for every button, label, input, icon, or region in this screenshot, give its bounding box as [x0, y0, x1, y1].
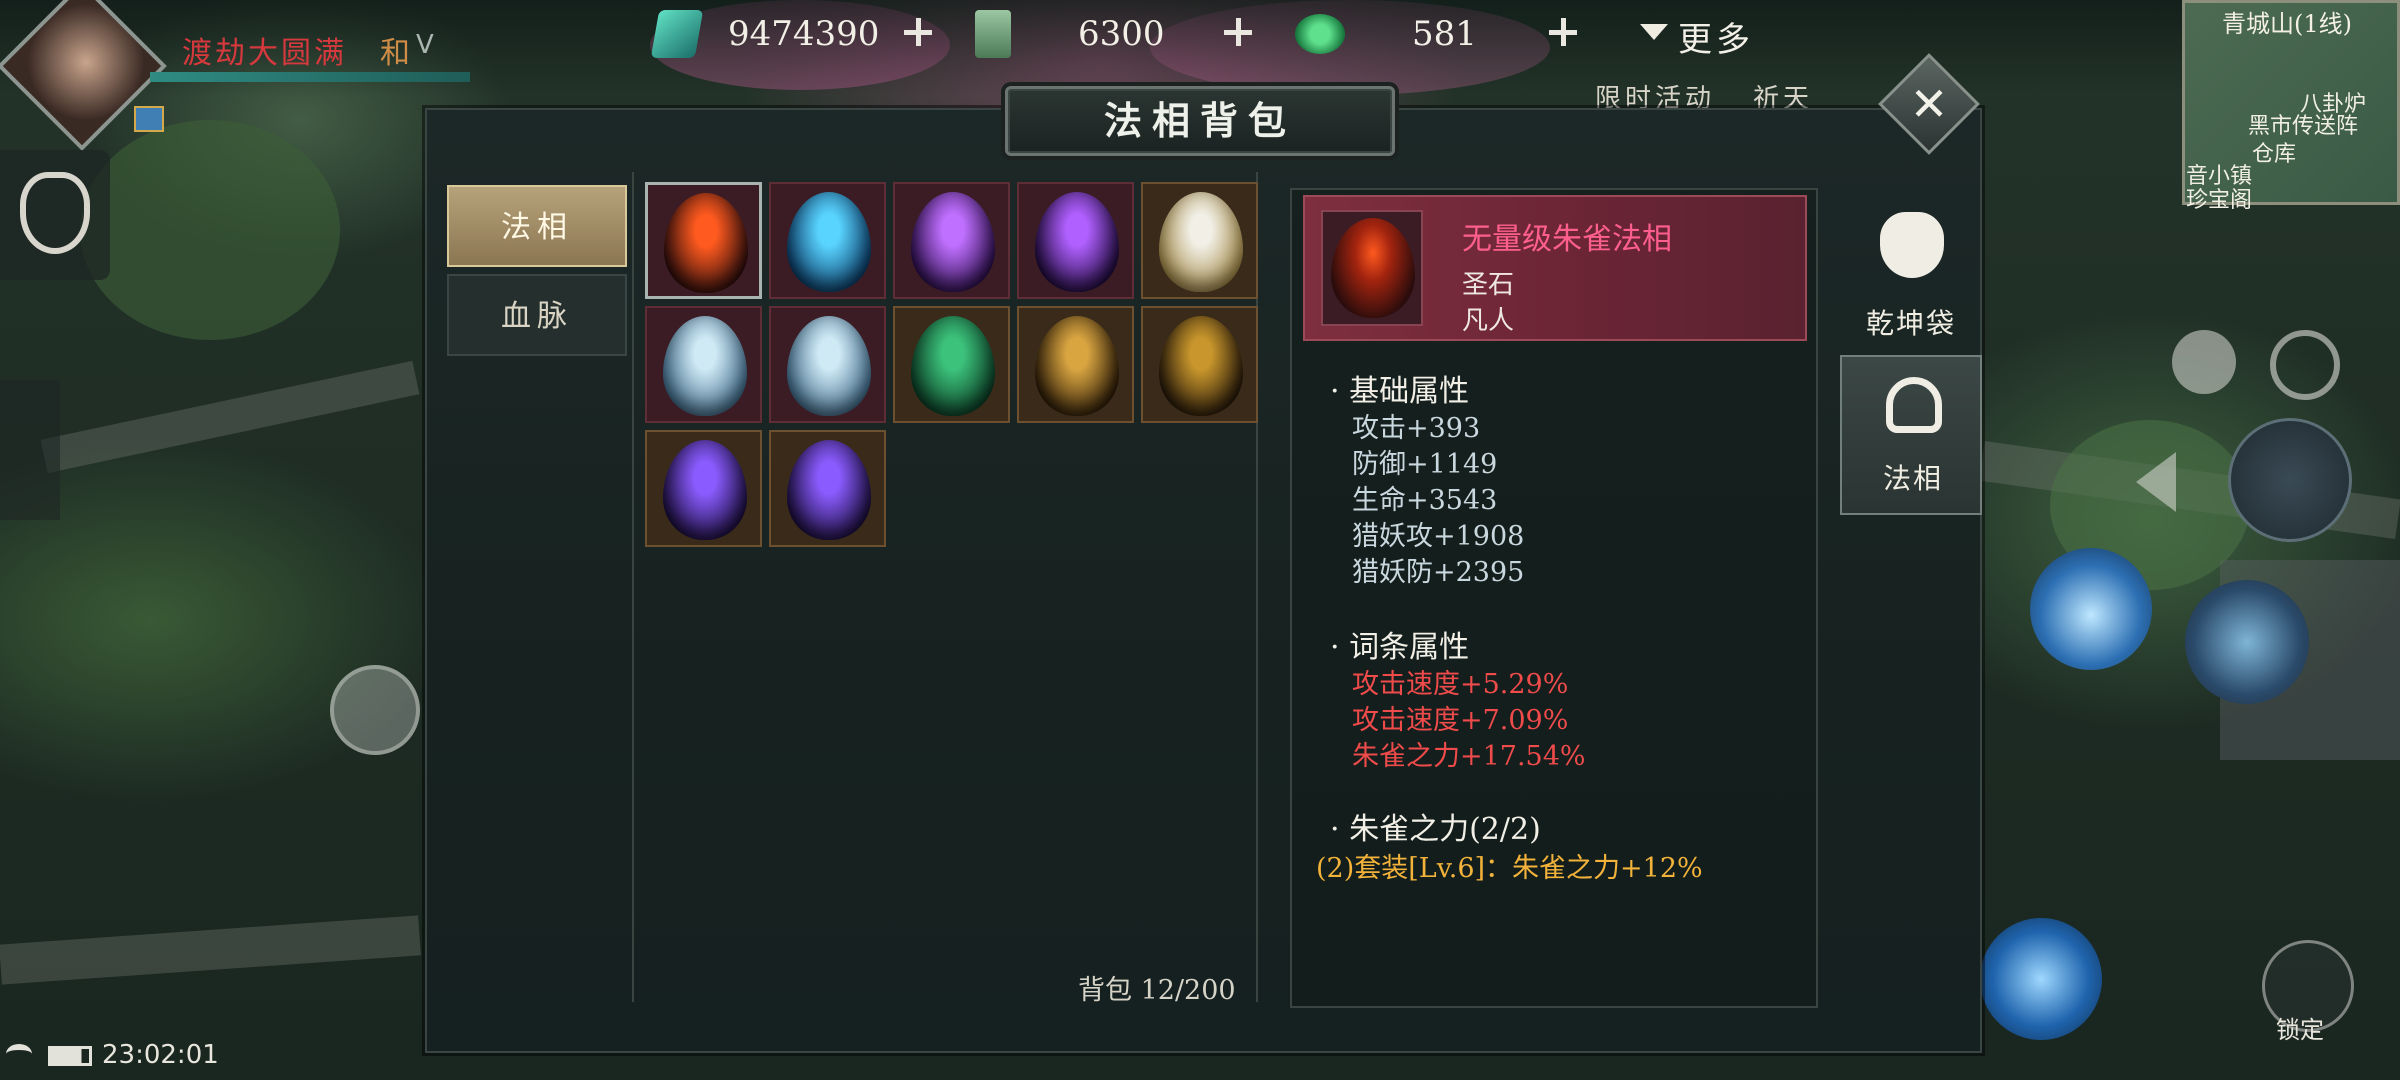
tab-faxiang-right-label: 法相: [1882, 462, 1943, 495]
affix-2: 攻击速度+7.09%: [1352, 705, 1569, 736]
collapse-arrow-icon[interactable]: [2136, 452, 2176, 512]
inventory-slot[interactable]: [893, 306, 1010, 423]
buff-icon[interactable]: [134, 106, 164, 132]
inventory-slot[interactable]: [645, 182, 762, 299]
inventory-slot[interactable]: [1017, 306, 1134, 423]
gold-scale-egg-icon: [1159, 316, 1243, 416]
item-detail-thumbnail: [1321, 210, 1423, 326]
inventory-slot[interactable]: [1017, 182, 1134, 299]
map-label-warehouse: 仓库: [2252, 142, 2297, 167]
compass-icon[interactable]: [2270, 330, 2340, 400]
flag-icon[interactable]: [0, 380, 60, 520]
set-bonus: (2)套装[Lv.6]：朱雀之力+12%: [1316, 853, 1703, 884]
lock-label: 锁定: [2276, 1016, 2324, 1044]
inventory-slot[interactable]: [769, 306, 886, 423]
scroll-ticket-icon: [975, 10, 1011, 58]
bag-capacity-label: 背包: [1078, 975, 1132, 1006]
map-label-treasure: 珍宝阁: [2186, 188, 2253, 213]
inventory-slot[interactable]: [1141, 182, 1258, 299]
close-icon[interactable]: ✕: [1893, 68, 1965, 140]
stat-hp: 生命+3543: [1352, 485, 1498, 516]
joystick[interactable]: [330, 665, 420, 755]
skill-button-2[interactable]: [2185, 580, 2309, 704]
violet-flame-egg-icon: [1035, 192, 1119, 292]
player-status: 和: [380, 36, 410, 71]
tab-xuemai[interactable]: 血脉: [447, 274, 627, 356]
inventory-slot[interactable]: [769, 182, 886, 299]
item-realm: 凡人: [1462, 306, 1515, 336]
clock-time: 23:02:01: [102, 1040, 219, 1070]
violet-flame-egg-icon: [911, 192, 995, 292]
chevron-down-icon: [1640, 24, 1668, 40]
resource-ticket-value: 6300: [1078, 14, 1165, 54]
silver-crystal-egg-icon: [787, 316, 871, 416]
stat-attack: 攻击+393: [1352, 413, 1481, 444]
item-type: 圣石: [1462, 270, 1515, 300]
pearl-gold-egg-icon: [1159, 192, 1243, 292]
map-name: 青城山(1线): [2222, 10, 2352, 38]
jade-crystal-icon: [650, 10, 704, 58]
hp-bar: [150, 72, 470, 82]
window-title: 法相背包: [1103, 98, 1296, 143]
inventory-slot[interactable]: [893, 182, 1010, 299]
affix-3: 朱雀之力+17.54%: [1352, 741, 1586, 772]
inventory-slot[interactable]: [769, 430, 886, 547]
inventory-slot[interactable]: [645, 306, 762, 423]
resource-coin-value: 581: [1412, 14, 1477, 54]
wifi-icon: [6, 1044, 32, 1064]
base-attributes-title-text: 基础属性: [1349, 374, 1470, 409]
gold-scale-egg-icon: [1035, 316, 1119, 416]
set-title: · 朱雀之力(2/2): [1330, 812, 1541, 847]
fire-egg-icon: [1331, 218, 1415, 318]
purple-scale-egg-icon: [663, 440, 747, 540]
skill-button-1[interactable]: [2030, 548, 2152, 670]
more-button[interactable]: 更多: [1678, 12, 1754, 61]
stat-defense: 防御+1149: [1352, 449, 1498, 480]
inventory-slot[interactable]: [1141, 306, 1258, 423]
affix-attributes-title-text: 词条属性: [1349, 630, 1470, 665]
green-coin-icon: [1295, 14, 1345, 54]
stat-demon-attack: 猎妖攻+1908: [1352, 521, 1525, 552]
bag-capacity-value: 12/200: [1140, 975, 1236, 1006]
player-status-suffix: V: [416, 30, 434, 60]
affix-attributes-title: · 词条属性: [1330, 630, 1470, 665]
inventory-slot[interactable]: [645, 430, 762, 547]
bag-capacity: 背包 12/200: [1078, 968, 1236, 1007]
item-name: 无量级朱雀法相: [1462, 222, 1672, 257]
add-jade-button[interactable]: [900, 14, 936, 50]
set-title-text: 朱雀之力(2/2): [1349, 812, 1541, 847]
tab-faxiang-right[interactable]: 法相: [1840, 355, 1982, 515]
affix-1: 攻击速度+5.29%: [1352, 669, 1569, 700]
fire-egg-icon: [664, 193, 748, 293]
purple-scale-egg-icon: [787, 440, 871, 540]
window-title-plate: 法相背包: [1005, 86, 1395, 156]
pouch-icon: [1880, 212, 1944, 278]
ice-egg-icon: [787, 192, 871, 292]
add-coin-button[interactable]: [1545, 14, 1581, 50]
add-ticket-button[interactable]: [1220, 14, 1256, 50]
bag-shortcut-icon[interactable]: [2172, 330, 2236, 394]
skill-button-3[interactable]: [1980, 918, 2102, 1040]
jade-scale-egg-icon: [911, 316, 995, 416]
silver-crystal-egg-icon: [663, 316, 747, 416]
base-attributes-title: · 基础属性: [1330, 374, 1470, 409]
mask-icon: [1886, 377, 1942, 433]
resource-jade-value: 9474390: [728, 14, 880, 54]
stat-demon-defense: 猎妖防+2395: [1352, 557, 1525, 588]
tab-qiankun-bag-label: 乾坤袋: [1865, 307, 1956, 340]
player-name: 渡劫大圆满: [182, 36, 347, 71]
tab-qiankun-bag[interactable]: 乾坤袋: [1840, 196, 1982, 356]
taiji-skill-button[interactable]: [2228, 418, 2352, 542]
battery-icon: [48, 1046, 92, 1066]
tab-faxiang[interactable]: 法相: [447, 185, 627, 267]
task-icon: [20, 172, 90, 254]
